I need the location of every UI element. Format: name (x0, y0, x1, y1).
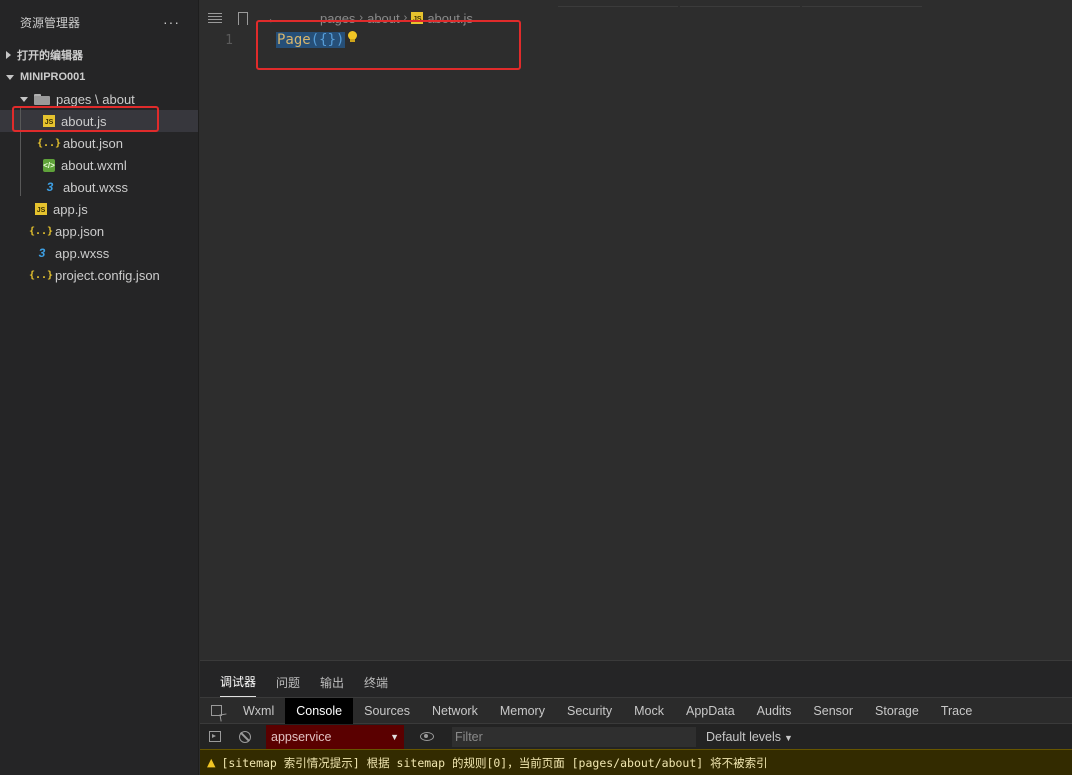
devtab-storage[interactable]: Storage (864, 698, 930, 724)
devtab-security[interactable]: Security (556, 698, 623, 724)
sidebar-toggle-icon (209, 731, 221, 742)
line-number: 1 (225, 32, 233, 48)
warning-icon: ▲ (207, 756, 216, 769)
file-label: project.config.json (55, 267, 160, 283)
lightbulb-icon[interactable] (348, 31, 358, 43)
context-value: appservice (271, 729, 332, 744)
chevron-down-icon (6, 74, 14, 80)
console-warning-message[interactable]: ▲ [sitemap 索引情况提示] 根据 sitemap 的规则[0]，当前页… (200, 749, 1072, 775)
back-arrow-icon[interactable]: ← (266, 10, 280, 26)
code-text[interactable]: Page({}) (276, 32, 346, 48)
folder-pages-about[interactable]: pages \ about (0, 88, 198, 110)
file-item-about-wxss[interactable]: 3 about.wxss (0, 176, 198, 198)
breadcrumb-file[interactable]: about.js (427, 11, 473, 26)
bookmark-icon[interactable] (238, 11, 248, 28)
wxss-file-icon: 3 (38, 246, 46, 260)
file-label: about.json (63, 135, 123, 151)
tab-output[interactable]: 输出 (320, 674, 344, 697)
log-levels-select[interactable]: Default levels ▼ (706, 730, 793, 744)
tab-divider (802, 0, 922, 7)
code-line-1[interactable]: 1 Page({}) (200, 30, 358, 50)
dropdown-arrow-icon: ▼ (784, 732, 793, 743)
file-item-about-json[interactable]: {..} about.json (0, 132, 198, 154)
code-editor[interactable]: ← pages › about › JS about.js 1 Page({}) (200, 0, 1072, 660)
file-item-app-wxss[interactable]: 3 app.wxss (0, 242, 198, 264)
json-file-icon: {..} (28, 225, 54, 237)
code-bracket-open: ({ (310, 32, 328, 48)
breadcrumb-path: pages › about › JS about.js (320, 11, 473, 26)
file-label: app.json (55, 223, 105, 239)
open-editors-label: 打开的编辑器 (17, 50, 83, 62)
folder-label: pages \ about (56, 91, 135, 107)
file-item-about-wxml[interactable]: </> about.wxml (0, 154, 198, 176)
file-label: app.wxss (55, 245, 110, 261)
outline-list-icon[interactable] (208, 13, 222, 23)
file-label: about.js (61, 113, 107, 129)
file-label: app.js (53, 201, 88, 217)
filter-input[interactable] (452, 726, 696, 747)
devtab-appdata[interactable]: AppData (675, 698, 746, 724)
breadcrumb-sep: › (403, 12, 408, 24)
file-item-app-js[interactable]: JS app.js (0, 198, 198, 220)
js-file-icon: JS (411, 12, 424, 24)
breadcrumb-seg-pages[interactable]: pages (320, 11, 355, 26)
tab-divider (680, 0, 800, 7)
open-editors-section[interactable]: 打开的编辑器 (0, 44, 198, 66)
file-label: about.wxss (63, 179, 129, 195)
file-item-app-json[interactable]: {..} app.json (0, 220, 198, 242)
inspect-element-icon[interactable] (200, 698, 232, 724)
warning-text: [sitemap 索引情况提示] 根据 sitemap 的规则[0]，当前页面 … (221, 755, 768, 770)
file-label: about.wxml (61, 157, 127, 173)
js-file-icon: JS (43, 115, 55, 127)
code-bracket-close: }) (327, 32, 345, 48)
clear-icon (239, 730, 251, 743)
wxml-file-icon: </> (43, 158, 55, 172)
project-label: MINIPRO001 (20, 71, 86, 83)
explorer-sidebar: 资源管理器 ··· 打开的编辑器 MINIPRO001 pages \ abou… (0, 0, 199, 775)
tab-problems[interactable]: 问题 (276, 674, 300, 697)
context-select[interactable]: appservice ▼ (266, 724, 404, 749)
toggle-sidebar-button[interactable] (200, 731, 230, 742)
js-file-icon: JS (35, 203, 47, 215)
tab-divider (558, 0, 678, 7)
devtab-network[interactable]: Network (421, 698, 489, 724)
file-item-project-config-json[interactable]: {..} project.config.json (0, 264, 198, 286)
json-file-icon: {..} (36, 137, 62, 149)
clear-console-button[interactable] (230, 730, 260, 743)
devtab-trace[interactable]: Trace (930, 698, 984, 724)
chevron-down-icon (20, 96, 28, 102)
json-file-icon: {..} (28, 269, 54, 281)
devtab-sensor[interactable]: Sensor (802, 698, 864, 724)
breadcrumb-seg-about[interactable]: about (367, 11, 400, 26)
panel-tabs: 调试器 问题 输出 终端 (200, 661, 1072, 697)
breadcrumb: ← pages › about › JS about.js (200, 9, 473, 28)
devtab-mock[interactable]: Mock (623, 698, 675, 724)
devtab-wxml[interactable]: Wxml (232, 698, 285, 724)
console-toolbar: appservice ▼ Default levels▼ (200, 723, 1072, 749)
code-function-name: Page (277, 32, 311, 48)
tab-debugger[interactable]: 调试器 (220, 673, 257, 697)
devtab-console[interactable]: Console (285, 697, 354, 724)
levels-label: Default levels (706, 729, 782, 744)
wxss-file-icon: 3 (46, 180, 54, 194)
file-item-about-js[interactable]: JS about.js (0, 110, 198, 132)
explorer-title: 资源管理器 (20, 15, 81, 30)
chevron-right-icon (6, 51, 11, 59)
devtab-audits[interactable]: Audits (746, 698, 803, 724)
explorer-header: 资源管理器 ··· (0, 0, 198, 44)
more-actions-icon[interactable]: ··· (163, 14, 180, 30)
tree-indent-guide (20, 108, 21, 196)
breadcrumb-sep: › (359, 12, 364, 24)
devtab-sources[interactable]: Sources (353, 698, 421, 724)
devtab-memory[interactable]: Memory (489, 698, 556, 724)
devtools-tabs: Wxml Console Sources Network Memory Secu… (200, 697, 1072, 724)
eye-icon[interactable] (420, 732, 434, 741)
tab-terminal[interactable]: 终端 (364, 674, 388, 697)
project-section[interactable]: MINIPRO001 (0, 66, 198, 88)
bottom-panel: 调试器 问题 输出 终端 Wxml Console Sources Networ… (200, 660, 1072, 775)
dropdown-arrow-icon: ▼ (390, 731, 399, 742)
folder-open-icon (34, 93, 50, 105)
